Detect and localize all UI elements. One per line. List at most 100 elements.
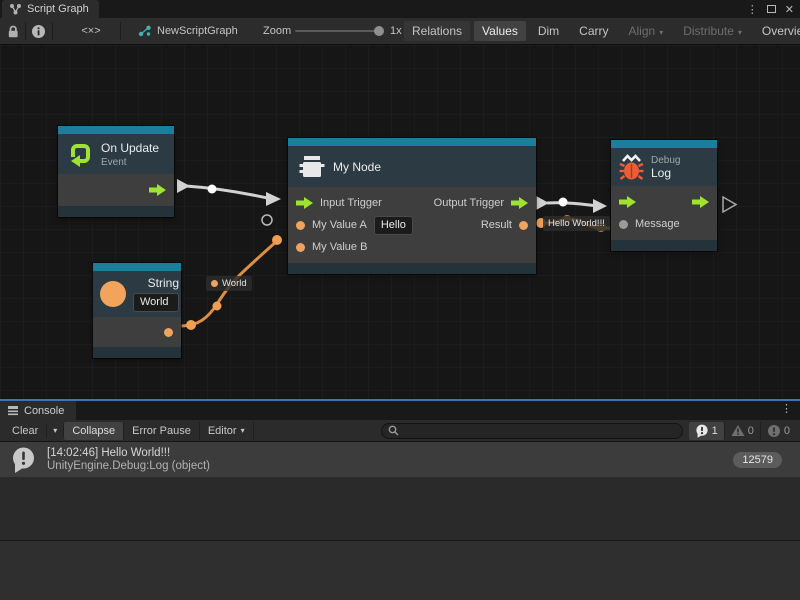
- error-pause-toggle[interactable]: Error Pause: [124, 422, 200, 440]
- node-category: Debug: [651, 155, 680, 166]
- result-output-port[interactable]: [519, 221, 528, 230]
- port-label: Input Trigger: [320, 197, 382, 209]
- port-label: Output Trigger: [434, 197, 504, 209]
- console-icon: [7, 405, 19, 417]
- console-search[interactable]: [381, 423, 683, 439]
- string-value-field[interactable]: World: [133, 293, 179, 312]
- node-accent-bar: [93, 263, 181, 271]
- window-controls: ⋮ ✕: [747, 0, 794, 18]
- overview-button[interactable]: Overview: [754, 21, 800, 41]
- trigger-input-port[interactable]: [296, 197, 313, 209]
- graph-toolbar-buttons: Relations Values Dim Carry Align▾ Distri…: [404, 18, 800, 44]
- zoom-slider-track[interactable]: [295, 30, 379, 32]
- collapse-count-badge: 12579: [733, 452, 782, 468]
- node-title: Log: [651, 166, 680, 180]
- carry-button[interactable]: Carry: [571, 21, 616, 41]
- tab-console[interactable]: Console: [0, 401, 76, 420]
- tab-title: Console: [24, 405, 64, 417]
- string-output-port[interactable]: [164, 328, 173, 337]
- graph-name: NewScriptGraph: [157, 25, 238, 37]
- search-icon: [388, 425, 399, 436]
- value-b-input-port[interactable]: [296, 243, 305, 252]
- info-button[interactable]: [31, 18, 46, 44]
- zoom-value: 1x: [390, 18, 402, 44]
- message-input-port[interactable]: [619, 220, 628, 229]
- window-menu-icon[interactable]: ⋮: [747, 3, 758, 16]
- console-menu-icon[interactable]: ⋮: [781, 402, 792, 415]
- log-message-text: [14:02:46] Hello World!!!: [47, 447, 210, 459]
- port-label: Message: [635, 218, 680, 230]
- node-accent-bar: [288, 138, 536, 146]
- dim-button[interactable]: Dim: [530, 21, 567, 41]
- distribute-dropdown[interactable]: Distribute▾: [675, 21, 750, 41]
- node-title: String: [148, 276, 179, 290]
- trigger-output-port[interactable]: [511, 197, 528, 209]
- node-my-node[interactable]: My Node Input Trigger Output Trigger My …: [288, 138, 536, 274]
- search-input[interactable]: [403, 425, 676, 437]
- wire-value-label-world: World: [206, 276, 252, 291]
- value-dot-icon: [211, 280, 218, 287]
- node-string[interactable]: String World: [93, 263, 181, 358]
- chevron-down-icon: ▾: [53, 426, 57, 435]
- zoom-slider[interactable]: [295, 18, 379, 44]
- node-subtitle: Event: [101, 157, 159, 168]
- tab-title: Script Graph: [27, 3, 89, 15]
- lock-button[interactable]: [6, 18, 20, 44]
- align-dropdown[interactable]: Align▾: [621, 21, 672, 41]
- console-log-list: [14:02:46] Hello World!!! UnityEngine.De…: [0, 442, 800, 540]
- info-message-icon: [695, 424, 709, 438]
- clear-dropdown[interactable]: ▾: [46, 423, 64, 438]
- collapse-toggle[interactable]: Collapse: [64, 422, 124, 440]
- graph-hierarchy-icon: [9, 3, 22, 15]
- node-title: On Update: [101, 141, 159, 155]
- trigger-output-port[interactable]: [149, 184, 166, 196]
- error-count-toggle[interactable]: 0: [760, 422, 796, 440]
- port-label: My Value B: [312, 241, 367, 253]
- editor-dropdown[interactable]: Editor ▾: [200, 422, 254, 440]
- chevron-down-icon: ▾: [241, 426, 245, 435]
- close-icon[interactable]: ✕: [785, 3, 794, 16]
- maximize-icon[interactable]: [767, 5, 776, 13]
- script-graph-icon: [138, 25, 151, 37]
- string-literal-icon: [100, 281, 126, 307]
- info-count-toggle[interactable]: 1: [689, 422, 724, 440]
- node-accent-bar: [611, 140, 717, 148]
- value-a-field[interactable]: Hello: [374, 216, 413, 235]
- chevron-down-icon: ▾: [659, 28, 663, 37]
- graph-toolbar: <×> NewScriptGraph Zoom 1x Relations Va: [0, 18, 800, 45]
- error-icon: [767, 424, 781, 438]
- port-label: My Value A: [312, 219, 367, 231]
- log-entry-row[interactable]: [14:02:46] Hello World!!! UnityEngine.De…: [0, 442, 800, 477]
- trigger-input-port[interactable]: [619, 196, 636, 208]
- info-icon: [31, 24, 46, 39]
- warning-count-toggle[interactable]: 0: [724, 422, 760, 439]
- node-debug-log[interactable]: Debug Log Message: [611, 140, 717, 251]
- lock-icon: [6, 24, 20, 39]
- values-button[interactable]: Values: [474, 21, 526, 41]
- node-title: My Node: [333, 160, 381, 174]
- clear-button[interactable]: Clear: [4, 422, 46, 440]
- log-message-icon: [10, 446, 37, 474]
- trigger-output-port[interactable]: [692, 196, 709, 208]
- code-icon: <×>: [81, 25, 100, 37]
- zoom-slider-handle[interactable]: [374, 26, 384, 36]
- window-tab-bar: Script Graph ⋮ ✕: [0, 0, 800, 18]
- wire-value-label-hello-world: Hello World!!!: [543, 216, 610, 231]
- debug-bug-icon: [619, 153, 644, 181]
- console-detail-pane: [0, 541, 800, 600]
- console-tab-bar: Console ⋮: [0, 401, 800, 420]
- warning-icon: [731, 424, 745, 437]
- unit-box-icon: [298, 154, 326, 179]
- chevron-down-icon: ▾: [738, 28, 742, 37]
- zoom-label: Zoom: [263, 18, 291, 44]
- edit-source-button[interactable]: <×>: [70, 18, 112, 44]
- graph-name-button[interactable]: NewScriptGraph: [138, 18, 238, 44]
- loop-event-icon: [66, 140, 94, 168]
- tab-script-graph[interactable]: Script Graph: [2, 0, 99, 18]
- node-accent-bar: [58, 126, 174, 134]
- value-a-input-port[interactable]: [296, 221, 305, 230]
- node-on-update[interactable]: On Update Event: [58, 126, 174, 217]
- console-toolbar: Clear ▾ Collapse Error Pause Editor ▾ 1: [0, 420, 800, 442]
- relations-button[interactable]: Relations: [404, 21, 470, 41]
- port-label: Result: [481, 219, 512, 231]
